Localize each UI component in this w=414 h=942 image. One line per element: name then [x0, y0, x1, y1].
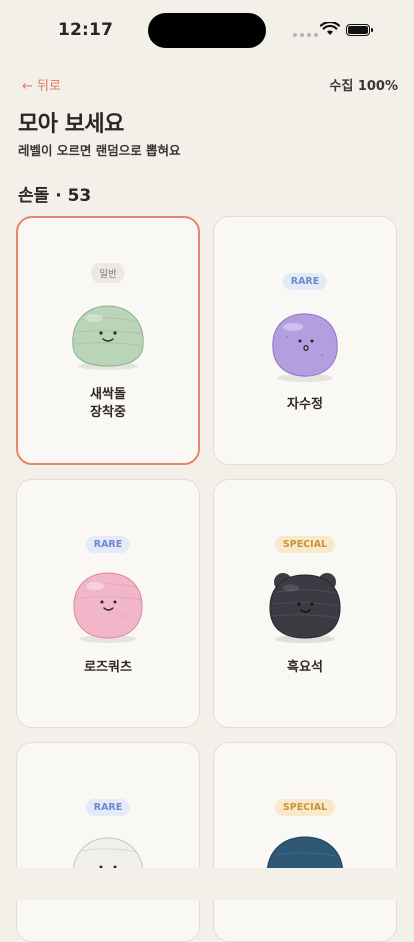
stone-name: 로즈쿼츠: [84, 660, 132, 675]
rarity-badge: 일반: [91, 263, 125, 283]
wifi-icon: [320, 22, 340, 35]
page-title: 모아 보세요: [18, 112, 124, 137]
stone-card-obsidian[interactable]: SPECIAL 흑요석: [213, 479, 397, 728]
back-button[interactable]: ← 뒤로: [22, 75, 61, 94]
rarity-badge: RARE: [85, 799, 131, 816]
collection-progress: 수집 100%: [329, 79, 398, 94]
bottom-safe-area: [0, 868, 414, 900]
cellular-signal-icon: [293, 33, 318, 37]
section-heading: 손돌 · 53: [18, 186, 92, 206]
green-stone-icon: [72, 305, 144, 370]
stone-name: 흑요석: [287, 660, 323, 675]
stone-card-blue[interactable]: SPECIAL: [213, 742, 397, 942]
stone-card-amethyst[interactable]: RARE 자수정: [213, 216, 397, 465]
dynamic-island: [148, 13, 266, 48]
page-subtitle: 레벨이 오르면 랜덤으로 뽑혀요: [18, 143, 181, 158]
rarity-badge: RARE: [85, 536, 131, 553]
battery-icon: [346, 24, 373, 36]
status-bar: 12:17: [0, 0, 414, 60]
obsidian-stone-icon: [269, 573, 341, 643]
rarity-badge: SPECIAL: [274, 799, 336, 816]
rarity-badge: SPECIAL: [274, 536, 336, 553]
stone-name: 자수정: [287, 397, 323, 412]
stone-card-saessakdol[interactable]: 일반 새싹돌 장착중: [16, 216, 200, 465]
stone-name: 새싹돌: [90, 387, 126, 402]
rarity-badge: RARE: [282, 273, 328, 290]
stone-card-rose-quartz[interactable]: RARE 로즈쿼츠: [16, 479, 200, 728]
amethyst-stone-icon: [272, 313, 338, 382]
stone-card-white[interactable]: RARE: [16, 742, 200, 942]
equipped-label: 장착중: [90, 405, 126, 420]
rose-quartz-stone-icon: [73, 572, 143, 643]
status-time: 12:17: [58, 20, 114, 40]
